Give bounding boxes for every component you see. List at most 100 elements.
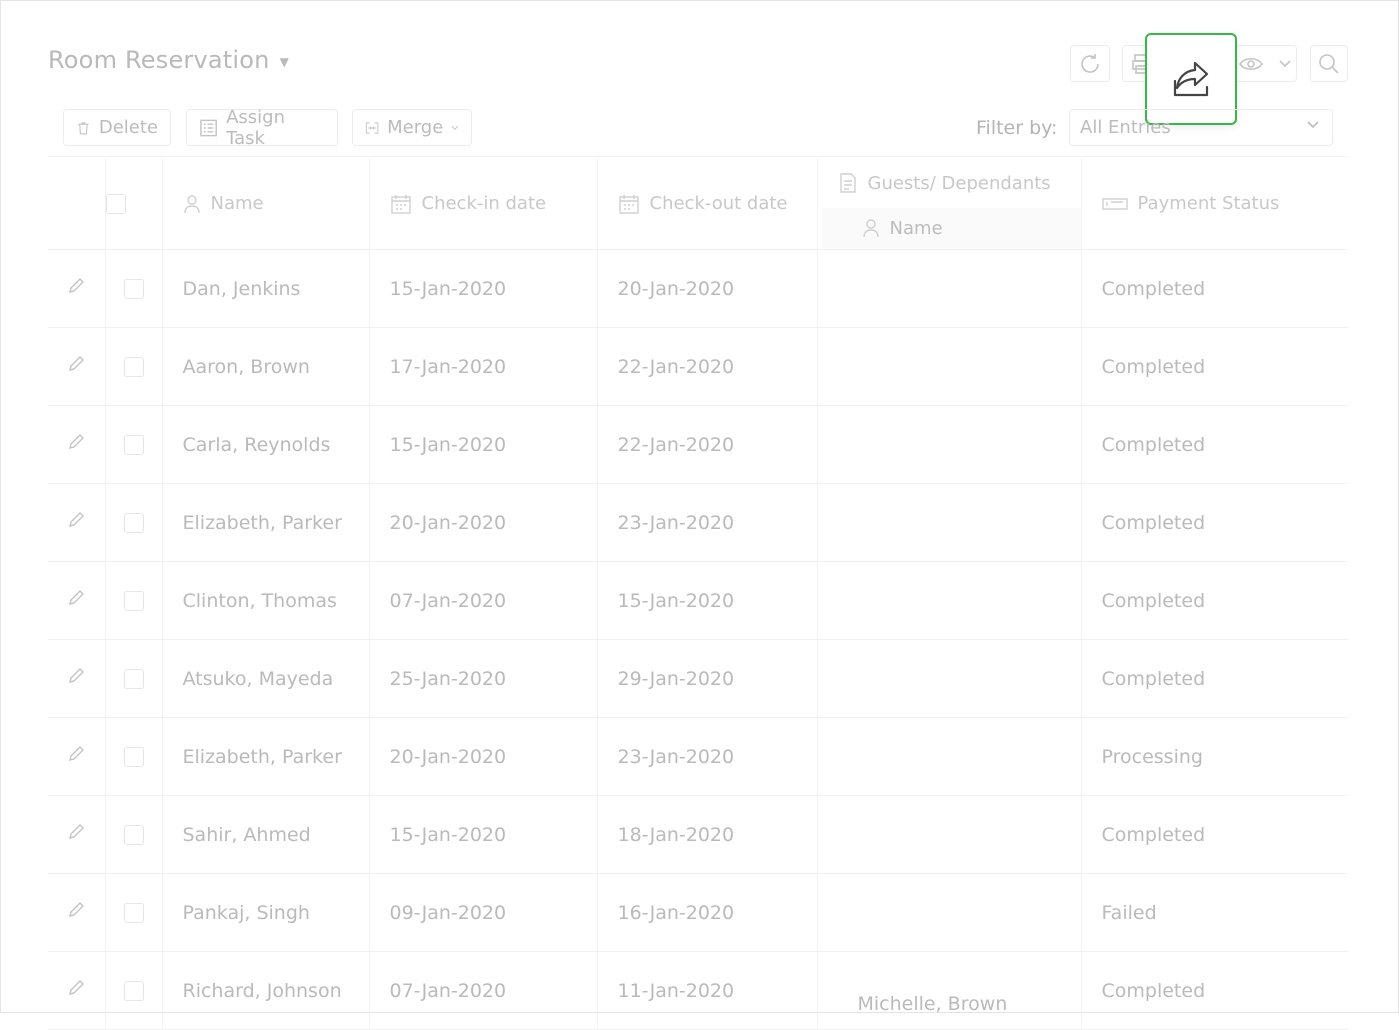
edit-cell [48,717,105,796]
chevron-down-icon [1307,121,1319,129]
row-checkbox[interactable] [123,747,144,767]
table-row[interactable]: Sahir, Ahmed 15-Jan-2020 18-Jan-2020 Com… [48,795,1348,874]
edit-cell [48,561,105,640]
checkout-cell: 15-Jan-2020 [596,561,817,640]
select-cell [104,483,162,562]
table-row[interactable]: Atsuko, Mayeda 25-Jan-2020 29-Jan-2020 C… [48,639,1348,718]
name-column-header[interactable]: Name [161,158,369,250]
edit-button[interactable] [66,902,86,925]
checkout-column-header[interactable]: Check-out date [596,158,817,250]
pencil-icon [69,434,85,449]
table-row[interactable]: Dan, Jenkins 15-Jan-2020 20-Jan-2020 Com… [48,249,1348,328]
merge-label: Merge [387,117,444,138]
assign-task-button[interactable]: Assign Task [186,107,338,149]
row-checkbox[interactable] [123,279,144,299]
pencil-icon [69,356,85,371]
payment-status-cell: Completed [1080,639,1348,718]
edit-button[interactable] [66,590,86,613]
checkout-header-label: Check-out date [649,193,788,214]
edit-button[interactable] [66,356,86,379]
guest-name-cell [816,483,1081,562]
select-all-checkbox[interactable] [105,194,126,214]
table-row[interactable]: Pankaj, Singh 09-Jan-2020 16-Jan-2020 Fa… [48,873,1348,952]
edit-button[interactable] [66,434,86,457]
checkout-cell: 29-Jan-2020 [596,639,817,718]
edit-button[interactable] [66,824,86,847]
delete-button[interactable]: Delete [63,109,171,146]
search-button[interactable] [1310,45,1348,82]
table-body: Dan, Jenkins 15-Jan-2020 20-Jan-2020 Com… [48,249,1348,1030]
pencil-icon [69,278,85,293]
checkout-cell: 23-Jan-2020 [596,483,817,562]
edit-button[interactable] [66,746,86,769]
edit-cell [48,249,105,328]
checkin-header-label: Check-in date [421,193,547,214]
dropdown-field-icon [1101,197,1128,210]
checkin-cell: 25-Jan-2020 [368,639,597,718]
checkout-cell: 11-Jan-2020 [596,951,817,1030]
table-header-row: Name Check-in date Check-out date Guests… [48,158,1348,250]
checkin-cell: 09-Jan-2020 [368,873,597,952]
row-checkbox[interactable] [123,435,144,455]
select-cell [104,717,162,796]
refresh-button[interactable] [1070,45,1110,82]
select-all-cell [104,158,162,250]
payment-status-cell: Failed [1080,873,1348,952]
checkin-column-header[interactable]: Check-in date [368,158,597,250]
name-cell: Elizabeth, Parker [161,483,369,562]
table-row[interactable]: Aaron, Brown 17-Jan-2020 22-Jan-2020 Com… [48,327,1348,406]
table-row[interactable]: Carla, Reynolds 15-Jan-2020 22-Jan-2020 … [48,405,1348,484]
edit-cell [48,483,105,562]
payment-status-cell: Processing [1080,717,1348,796]
name-cell: Atsuko, Mayeda [161,639,369,718]
share-export-icon [1173,61,1209,97]
checkin-cell: 17-Jan-2020 [368,327,597,406]
guest-name-cell [816,327,1081,406]
guest-name-cell [816,249,1081,328]
edit-button[interactable] [66,668,86,691]
table-row[interactable]: Elizabeth, Parker 20-Jan-2020 23-Jan-202… [48,483,1348,562]
payment-header-label: Payment Status [1137,193,1280,214]
name-cell: Carla, Reynolds [161,405,369,484]
checkin-cell: 15-Jan-2020 [368,795,597,874]
edit-button[interactable] [66,278,86,301]
row-checkbox[interactable] [123,825,144,845]
checkout-cell: 22-Jan-2020 [596,327,817,406]
guest-name-cell [816,873,1081,952]
row-checkbox[interactable] [123,591,144,611]
row-checkbox[interactable] [123,669,144,689]
table-row[interactable]: Elizabeth, Parker 20-Jan-2020 23-Jan-202… [48,717,1348,796]
edit-button[interactable] [66,980,86,1003]
row-checkbox[interactable] [123,357,144,377]
edit-button[interactable] [66,512,86,535]
filter-select[interactable]: All Entries [1069,109,1333,146]
name-cell: Dan, Jenkins [161,249,369,328]
eye-icon [1239,57,1263,70]
payment-column-header[interactable]: Payment Status [1080,158,1348,250]
user-icon [862,219,879,238]
guests-header-label: Guests/ Dependants [867,172,1051,194]
merge-dropdown[interactable]: Merge [352,109,472,146]
trash-icon [78,121,89,134]
row-checkbox[interactable] [123,903,144,923]
report-title-dropdown[interactable]: Room Reservation ▼ [48,46,289,74]
select-cell [104,405,162,484]
name-cell: Clinton, Thomas [161,561,369,640]
select-cell [104,873,162,952]
pencil-icon [69,668,85,683]
payment-status-cell: Completed [1080,405,1348,484]
row-checkbox[interactable] [123,513,144,533]
select-cell [104,639,162,718]
filter-value: All Entries [1080,117,1171,138]
checkout-cell: 16-Jan-2020 [596,873,817,952]
pencil-icon [69,512,85,527]
checklist-icon [200,119,217,136]
checkin-cell: 15-Jan-2020 [368,405,597,484]
table-row[interactable]: Clinton, Thomas 07-Jan-2020 15-Jan-2020 … [48,561,1348,640]
row-checkbox[interactable] [123,981,144,1001]
guest-name-cell [816,405,1081,484]
edit-cell [48,327,105,406]
payment-status-cell: Completed [1080,795,1348,874]
guests-column-header[interactable]: Guests/ Dependants Name [816,158,1081,250]
table-row[interactable]: Richard, Johnson 07-Jan-2020 11-Jan-2020… [48,951,1348,1030]
